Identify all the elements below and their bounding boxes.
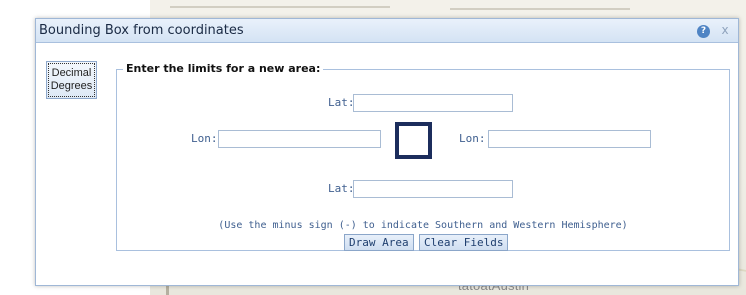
south-lat-input[interactable] — [353, 180, 513, 198]
bounding-box-square-icon — [395, 122, 432, 159]
coordinates-fieldset: Enter the limits for a new area: Lat: Lo… — [116, 62, 730, 251]
dialog-content: Decimal Degrees Enter the limits for a n… — [36, 44, 738, 284]
tab-label-line1: Decimal — [51, 67, 92, 79]
west-lon-label: Lon: — [191, 132, 218, 145]
page: tatoatAustin Bounding Box from coordinat… — [0, 0, 746, 295]
south-lat-label: Lat: — [328, 182, 355, 195]
fieldset-legend: Enter the limits for a new area: — [123, 62, 324, 75]
east-lon-input[interactable] — [488, 130, 651, 148]
east-lon-label: Lon: — [459, 132, 486, 145]
clear-fields-button[interactable]: Clear Fields — [419, 234, 509, 251]
north-lat-input[interactable] — [353, 94, 513, 112]
hemisphere-hint: (Use the minus sign (-) to indicate Sout… — [218, 220, 628, 231]
north-lat-label: Lat: — [328, 96, 355, 109]
dialog-titlebar[interactable]: Bounding Box from coordinates ? x — [36, 19, 738, 43]
tab-decimal-degrees[interactable]: Decimal Degrees — [46, 61, 97, 99]
map-road — [450, 8, 630, 10]
west-lon-input[interactable] — [218, 130, 381, 148]
dialog-title: Bounding Box from coordinates — [39, 23, 244, 38]
close-icon[interactable]: x — [718, 22, 732, 38]
help-icon[interactable]: ? — [697, 25, 710, 38]
draw-area-button[interactable]: Draw Area — [344, 234, 414, 251]
map-road — [170, 6, 390, 8]
tab-label-line2: Degrees — [50, 80, 93, 92]
bounding-box-dialog: Bounding Box from coordinates ? x Decima… — [35, 18, 739, 286]
